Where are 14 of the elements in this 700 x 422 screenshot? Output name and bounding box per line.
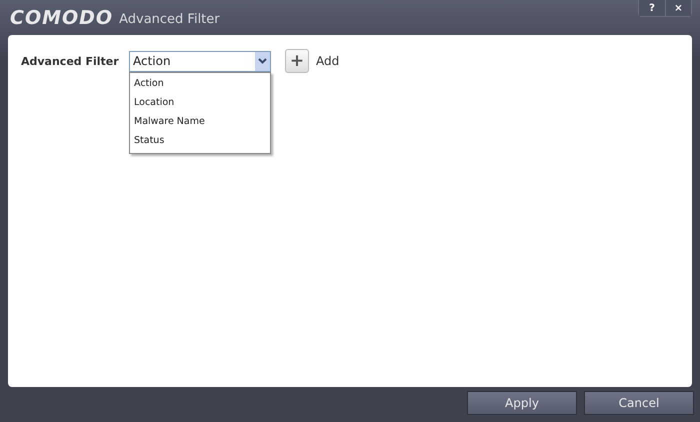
window-title: Advanced Filter: [119, 12, 220, 26]
filter-label: Advanced Filter: [21, 54, 120, 68]
logo: COMODO: [10, 6, 114, 28]
filter-dropdown[interactable]: Action: [129, 50, 271, 72]
dropdown-option[interactable]: Malware Name: [130, 112, 270, 130]
dropdown-option[interactable]: Action: [130, 74, 270, 92]
help-button[interactable]: ?: [639, 0, 665, 16]
close-button[interactable]: ×: [665, 0, 691, 16]
add-link[interactable]: Add: [316, 54, 340, 68]
dropdown-option[interactable]: Location: [130, 92, 270, 112]
add-icon-button[interactable]: +: [285, 49, 309, 73]
apply-button[interactable]: Apply: [467, 391, 577, 415]
dropdown-option[interactable]: Status: [130, 130, 270, 150]
cancel-button[interactable]: Cancel: [584, 391, 694, 415]
